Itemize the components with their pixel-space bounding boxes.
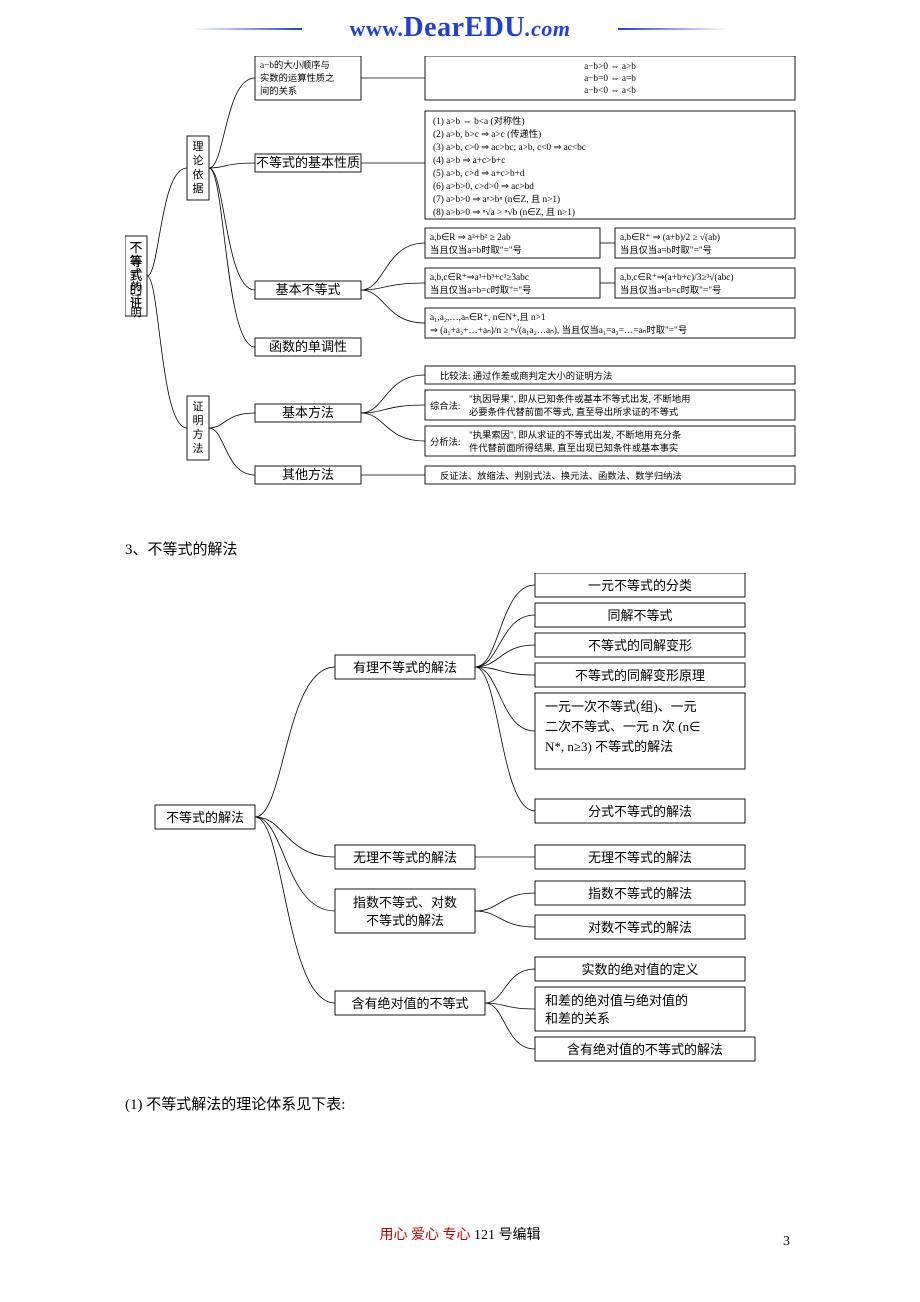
note-1: (1) 不等式解法的理论体系见下表: bbox=[125, 1093, 795, 1114]
svg-text:a−b=0 ⇔ a=b: a−b=0 ⇔ a=b bbox=[584, 74, 636, 84]
svg-text:理: 理 bbox=[193, 140, 204, 153]
c1-leaves: 一元不等式的分类 同解不等式 不等式的同解变形 不等式的同解变形原理 一元一次不… bbox=[535, 573, 745, 823]
svg-text:分析法:: 分析法: bbox=[430, 436, 460, 448]
svg-text:基本方法: 基本方法 bbox=[282, 405, 334, 420]
svg-text:等: 等 bbox=[131, 253, 142, 267]
diagram-proof-of-inequalities: .bx{fill:#fff;stroke:#000;stroke-width:0… bbox=[125, 56, 805, 516]
svg-text:方: 方 bbox=[193, 427, 204, 441]
svg-text:证: 证 bbox=[193, 400, 204, 413]
svg-text:其他方法: 其他方法 bbox=[282, 467, 334, 482]
svg-text:a−b<0 ⇔ a<b: a−b<0 ⇔ a<b bbox=[584, 86, 636, 96]
svg-text:不等式的基本性质: 不等式的基本性质 bbox=[256, 155, 360, 170]
svg-text:综合法:: 综合法: bbox=[430, 400, 460, 412]
section-3-title: 3、不等式的解法 bbox=[125, 538, 795, 559]
svg-text:式: 式 bbox=[131, 267, 142, 280]
svg-text:明: 明 bbox=[131, 306, 142, 319]
svg-text:含有绝对值的不等式的解法: 含有绝对值的不等式的解法 bbox=[567, 1042, 723, 1057]
svg-text:(1) a>b ⇔ b<a (对称性): (1) a>b ⇔ b<a (对称性) bbox=[433, 115, 525, 127]
svg-text:(5) a>b, c>d ⇒ a+c>b+d: (5) a>b, c>d ⇒ a+c>b+d bbox=[433, 168, 525, 179]
svg-text:不等式的同解变形: 不等式的同解变形 bbox=[588, 638, 692, 653]
svg-text:论: 论 bbox=[193, 153, 204, 167]
svg-text:据: 据 bbox=[193, 181, 204, 195]
svg-text:有理不等式的解法: 有理不等式的解法 bbox=[353, 660, 457, 675]
svg-text:(7) a>b>0 ⇒ aⁿ>bⁿ (n∈Z, 且 n>1): (7) a>b>0 ⇒ aⁿ>bⁿ (n∈Z, 且 n>1) bbox=[433, 194, 560, 205]
svg-text:的: 的 bbox=[131, 279, 142, 293]
svg-text:依: 依 bbox=[193, 168, 204, 181]
svg-text:含有绝对值的不等式: 含有绝对值的不等式 bbox=[351, 996, 468, 1011]
svg-text:分式不等式的解法: 分式不等式的解法 bbox=[588, 804, 692, 819]
diagram-solving-inequalities: .bx{fill:#fff;stroke:#000;stroke-width:0… bbox=[125, 573, 805, 1073]
svg-text:对数不等式的解法: 对数不等式的解法 bbox=[588, 920, 692, 935]
svg-text:无理不等式的解法: 无理不等式的解法 bbox=[588, 850, 692, 865]
svg-text:(6) a>b>0, c>d>0 ⇒ ac>bd: (6) a>b>0, c>d>0 ⇒ ac>bd bbox=[433, 181, 534, 192]
svg-text:比较法: 通过作差或商判定大小的证明方法: 比较法: 通过作差或商判定大小的证明方法 bbox=[440, 370, 612, 382]
svg-text:(8) a>b>0 ⇒ ⁿ√a > ⁿ√b (n∈Z, 且: (8) a>b>0 ⇒ ⁿ√a > ⁿ√b (n∈Z, 且 n>1) bbox=[433, 207, 575, 218]
svg-text:(2) a>b, b>c ⇒ a>c (传递性): (2) a>b, b>c ⇒ a>c (传递性) bbox=[433, 128, 541, 140]
svg-text:实数的绝对值的定义: 实数的绝对值的定义 bbox=[581, 962, 698, 977]
svg-text:明: 明 bbox=[193, 414, 204, 427]
svg-text:基本不等式: 基本不等式 bbox=[275, 282, 340, 297]
svg-text:(4) a>b ⇒ a+c>b+c: (4) a>b ⇒ a+c>b+c bbox=[433, 155, 505, 166]
page-number: 3 bbox=[783, 1234, 790, 1250]
page-content: .bx{fill:#fff;stroke:#000;stroke-width:0… bbox=[0, 56, 920, 1284]
svg-text:指数不等式的解法: 指数不等式的解法 bbox=[588, 886, 692, 901]
svg-text:法: 法 bbox=[193, 441, 204, 455]
page-header: www.DearEDU.com bbox=[0, 0, 920, 50]
svg-text:(3) a>b, c>0 ⇒ ac>bc; a>b, c<0: (3) a>b, c>0 ⇒ ac>bc; a>b, c<0 ⇒ ac<bc bbox=[433, 142, 586, 153]
svg-text:函数的单调性: 函数的单调性 bbox=[269, 339, 347, 354]
svg-text:a−b>0 ⇔ a>b: a−b>0 ⇔ a>b bbox=[584, 62, 636, 72]
svg-text:无理不等式的解法: 无理不等式的解法 bbox=[353, 850, 457, 865]
footer-text: 用心 爱心 专心 121 号编辑 bbox=[125, 1224, 795, 1244]
svg-text:同解不等式: 同解不等式 bbox=[607, 608, 672, 623]
svg-text:反证法、放缩法、判别式法、换元法、函数法、数学归纳法: 反证法、放缩法、判别式法、换元法、函数法、数学归纳法 bbox=[440, 470, 682, 482]
svg-text:不等式的同解变形原理: 不等式的同解变形原理 bbox=[575, 668, 705, 683]
svg-text:一元不等式的分类: 一元不等式的分类 bbox=[588, 578, 692, 593]
svg-text:证: 证 bbox=[131, 293, 142, 306]
site-url: www.DearEDU.com bbox=[349, 16, 570, 41]
svg-text:不等式的解法: 不等式的解法 bbox=[166, 810, 244, 825]
svg-text:不: 不 bbox=[131, 242, 142, 254]
